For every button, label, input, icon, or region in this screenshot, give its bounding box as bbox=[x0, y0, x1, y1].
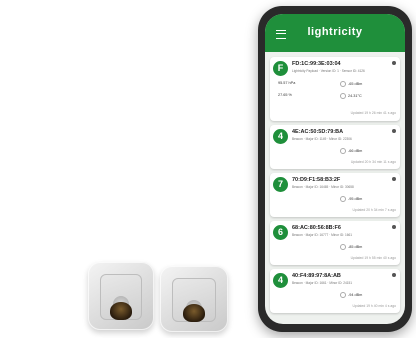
updated-time: Updated 20 h 34 min 7 s ago bbox=[352, 208, 396, 212]
signal-icon bbox=[340, 292, 346, 298]
app-bar: lightricity bbox=[265, 14, 405, 52]
updated-time: Updated 20 h 34 min 11 s ago bbox=[350, 160, 396, 164]
device-subtitle: Beacon · Major ID: 16777 · Minor ID: 166… bbox=[292, 233, 353, 237]
updated-time: Updated 19 h 26 min 41 s ago bbox=[350, 111, 396, 115]
device-card[interactable]: 7 70:D9:F1:58:B3:2F Beacon · Major ID: 1… bbox=[270, 173, 400, 217]
signal-icon bbox=[340, 244, 346, 250]
signal-icon bbox=[340, 196, 346, 202]
device-number-badge: 7 bbox=[273, 177, 288, 192]
rssi-value: -95 dBm bbox=[340, 196, 362, 202]
phone-screen: lightricity F FD:1C:99:3E:03:04 Lightric… bbox=[265, 14, 405, 324]
sensor-chip bbox=[183, 304, 205, 322]
info-icon[interactable] bbox=[392, 225, 396, 229]
device-subtitle: Beacon · Major ID: 16465 · Minor ID: 306… bbox=[292, 185, 354, 189]
device-number-badge: 6 bbox=[273, 225, 288, 240]
rssi-value: -66 dBm bbox=[340, 148, 362, 154]
pressure-value: 95.57 hPa bbox=[278, 81, 296, 85]
humidity-value: 27.65 % bbox=[278, 93, 292, 97]
device-card[interactable]: 6 68:AC:80:56:8B:F6 Beacon · Major ID: 1… bbox=[270, 221, 400, 265]
updated-time: Updated 19 h 40 min 4 s ago bbox=[352, 304, 396, 308]
device-card[interactable]: 4 4E:AC:50:5D:79:BA Beacon · Major ID: 1… bbox=[270, 125, 400, 169]
sensor-device-left bbox=[88, 262, 154, 330]
device-number-badge: 4 bbox=[273, 273, 288, 288]
sensor-device-right bbox=[160, 266, 228, 332]
rssi-value: -85 dBm bbox=[340, 244, 362, 250]
rssi-value: -94 dBm bbox=[340, 292, 362, 298]
sensor-chip bbox=[110, 302, 132, 320]
device-card[interactable]: 4 40:F4:89:97:8A:AB Beacon · Major ID: 1… bbox=[270, 269, 400, 313]
info-icon[interactable] bbox=[392, 61, 396, 65]
device-mac: 70:D9:F1:58:B3:2F bbox=[292, 177, 341, 183]
device-mac: 40:F4:89:97:8A:AB bbox=[292, 273, 341, 279]
info-icon[interactable] bbox=[392, 273, 396, 277]
device-subtitle: Beacon · Major ID: 1661 · Minor ID: 2415… bbox=[292, 281, 353, 285]
thermometer-icon bbox=[340, 93, 346, 99]
updated-time: Updated 19 h 55 min 40 s ago bbox=[350, 256, 396, 260]
device-number-badge: F bbox=[273, 61, 288, 76]
device-mac: 4E:AC:50:5D:79:BA bbox=[292, 129, 344, 135]
device-subtitle: Beacon · Major ID: 1149 · Minor ID: 2230… bbox=[292, 137, 352, 141]
info-icon[interactable] bbox=[392, 177, 396, 181]
smartphone: lightricity F FD:1C:99:3E:03:04 Lightric… bbox=[258, 6, 412, 332]
signal-icon bbox=[340, 148, 346, 154]
device-card[interactable]: F FD:1C:99:3E:03:04 Lightricity Payload … bbox=[270, 57, 400, 121]
device-number-badge: 4 bbox=[273, 129, 288, 144]
app-title: lightricity bbox=[307, 26, 363, 38]
info-icon[interactable] bbox=[392, 129, 396, 133]
rssi-value: -65 dBm bbox=[340, 81, 362, 87]
signal-icon bbox=[340, 81, 346, 87]
device-mac: FD:1C:99:3E:03:04 bbox=[292, 61, 341, 67]
temperature-value: 24.31°C bbox=[340, 93, 362, 99]
device-subtitle: Lightricity Payload · Version ID: 1 · Se… bbox=[292, 69, 365, 73]
device-mac: 68:AC:80:56:8B:F6 bbox=[292, 225, 341, 231]
